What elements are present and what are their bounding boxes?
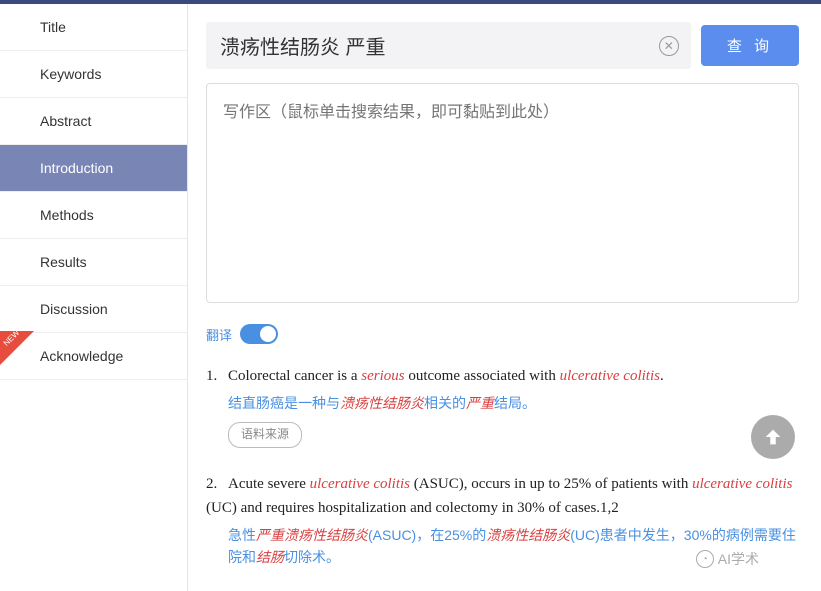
translate-toggle[interactable] (240, 324, 278, 344)
sidebar-item-abstract[interactable]: Abstract (0, 98, 187, 145)
search-row: ✕ 查 询 (206, 22, 799, 69)
translate-row: 翻译 (206, 324, 799, 344)
source-button[interactable]: 语料来源 (228, 422, 302, 447)
watermark-text: AI学术 (718, 549, 759, 569)
sidebar-item-acknowledge[interactable]: NEW Acknowledge (0, 333, 187, 380)
result-en-text: 1.Colorectal cancer is a serious outcome… (206, 368, 664, 384)
sidebar-item-title[interactable]: Title (0, 4, 187, 51)
clear-icon[interactable]: ✕ (659, 36, 679, 56)
result-zh-text: 结直肠癌是一种与溃疡性结肠炎相关的严重结局。 (228, 392, 799, 414)
arrow-up-icon (762, 426, 784, 448)
main-panel: ✕ 查 询 翻译 1.Colorectal cancer is a seriou… (188, 4, 821, 591)
sidebar-item-introduction[interactable]: Introduction (0, 145, 187, 192)
translate-label: 翻译 (206, 325, 232, 344)
result-en-text: 2.Acute severe ulcerative colitis (ASUC)… (206, 476, 792, 516)
container: Title Keywords Abstract Introduction Met… (0, 4, 821, 591)
search-input[interactable] (206, 22, 691, 69)
wechat-icon: ◔ (696, 550, 714, 568)
sidebar-item-results[interactable]: Results (0, 239, 187, 286)
sidebar-item-discussion[interactable]: Discussion (0, 286, 187, 333)
sidebar-item-methods[interactable]: Methods (0, 192, 187, 239)
result-item[interactable]: 1.Colorectal cancer is a serious outcome… (206, 364, 799, 448)
watermark: ◔ AI学术 (696, 549, 759, 569)
scroll-top-button[interactable] (751, 415, 795, 459)
new-badge-icon: NEW (0, 331, 34, 367)
result-number: 2. (206, 472, 228, 496)
sidebar: Title Keywords Abstract Introduction Met… (0, 4, 188, 591)
writing-area[interactable] (206, 83, 799, 303)
sidebar-item-keywords[interactable]: Keywords (0, 51, 187, 98)
query-button[interactable]: 查 询 (701, 25, 799, 66)
result-number: 1. (206, 364, 228, 388)
sidebar-item-label: Acknowledge (40, 348, 123, 364)
